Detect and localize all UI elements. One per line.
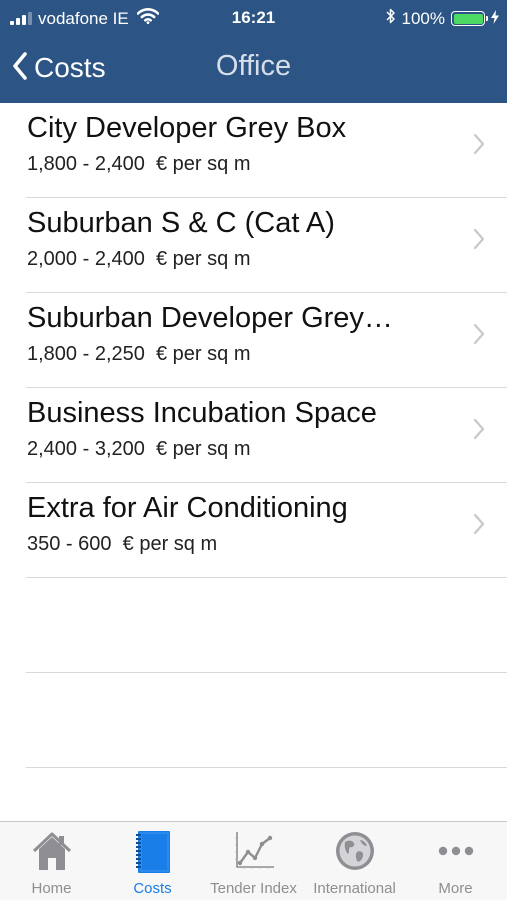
tab-bar: Home Costs Tender Index International Mo… <box>0 821 507 900</box>
list-item[interactable]: Extra for Air Conditioning 350 - 600 € p… <box>26 483 507 578</box>
empty-list-row <box>26 578 507 673</box>
list-item-subtitle: 2,000 - 2,400 € per sq m <box>27 248 250 271</box>
tab-costs[interactable]: Costs <box>102 822 203 900</box>
chevron-right-icon <box>473 133 485 160</box>
cost-range: 1,800 - 2,400 <box>27 153 145 175</box>
status-right: 100% <box>385 8 499 29</box>
list-item-title: Business Incubation Space <box>27 397 377 429</box>
tab-home[interactable]: Home <box>1 822 102 900</box>
list-item[interactable]: Suburban Developer Grey… 1,800 - 2,250 €… <box>26 293 507 388</box>
chevron-right-icon <box>473 418 485 445</box>
tab-tender-index[interactable]: Tender Index <box>203 822 304 900</box>
status-bar: vodafone IE 16:21 100% <box>0 0 507 36</box>
battery-icon <box>451 11 488 26</box>
navigation-bar: Costs Office <box>0 40 507 96</box>
line-chart-icon <box>203 830 304 874</box>
notebook-icon <box>102 830 203 874</box>
tab-label: Tender Index <box>210 880 297 897</box>
list-item-title: Extra for Air Conditioning <box>27 492 348 524</box>
list-item[interactable]: Business Incubation Space 2,400 - 3,200 … <box>26 388 507 483</box>
bluetooth-icon <box>385 8 396 29</box>
battery-fill <box>453 13 483 24</box>
tab-label: International <box>313 880 396 897</box>
charging-bolt-icon <box>491 9 499 29</box>
tab-label: Home <box>31 880 72 897</box>
list-item-title: Suburban Developer Grey… <box>27 302 393 334</box>
list-item-title: City Developer Grey Box <box>27 112 347 144</box>
tab-more[interactable]: More <box>405 822 506 900</box>
empty-list-row <box>26 673 507 768</box>
header-bar: vodafone IE 16:21 100% Costs Office <box>0 0 507 103</box>
cost-range: 350 - 600 <box>27 533 112 555</box>
tab-label: Costs <box>133 880 172 897</box>
cost-unit: € per sq m <box>156 438 251 460</box>
list-item[interactable]: City Developer Grey Box 1,800 - 2,400 € … <box>26 103 507 198</box>
cost-unit: € per sq m <box>156 343 251 365</box>
cost-range: 2,400 - 3,200 <box>27 438 145 460</box>
cost-unit: € per sq m <box>156 248 251 270</box>
tab-international[interactable]: International <box>304 822 405 900</box>
list-item-title: Suburban S & C (Cat A) <box>27 207 335 239</box>
more-dots-icon <box>405 830 506 874</box>
chevron-right-icon <box>473 513 485 540</box>
chevron-right-icon <box>473 228 485 255</box>
globe-icon <box>304 830 405 874</box>
cost-unit: € per sq m <box>122 533 218 555</box>
list-item-subtitle: 2,400 - 3,200 € per sq m <box>27 438 250 461</box>
house-icon <box>1 830 102 874</box>
list-item-subtitle: 1,800 - 2,250 € per sq m <box>27 343 250 366</box>
list-item[interactable]: Suburban S & C (Cat A) 2,000 - 2,400 € p… <box>26 198 507 293</box>
cost-range: 1,800 - 2,250 <box>27 343 145 365</box>
list-item-subtitle: 350 - 600 € per sq m <box>27 533 217 556</box>
cost-list: City Developer Grey Box 1,800 - 2,400 € … <box>0 103 507 768</box>
tab-label: More <box>438 880 473 897</box>
cost-unit: € per sq m <box>156 153 251 175</box>
cost-range: 2,000 - 2,400 <box>27 248 145 270</box>
page-title: Office <box>215 50 292 82</box>
chevron-right-icon <box>473 323 485 350</box>
list-item-subtitle: 1,800 - 2,400 € per sq m <box>27 153 250 176</box>
battery-percent: 100% <box>401 8 445 28</box>
